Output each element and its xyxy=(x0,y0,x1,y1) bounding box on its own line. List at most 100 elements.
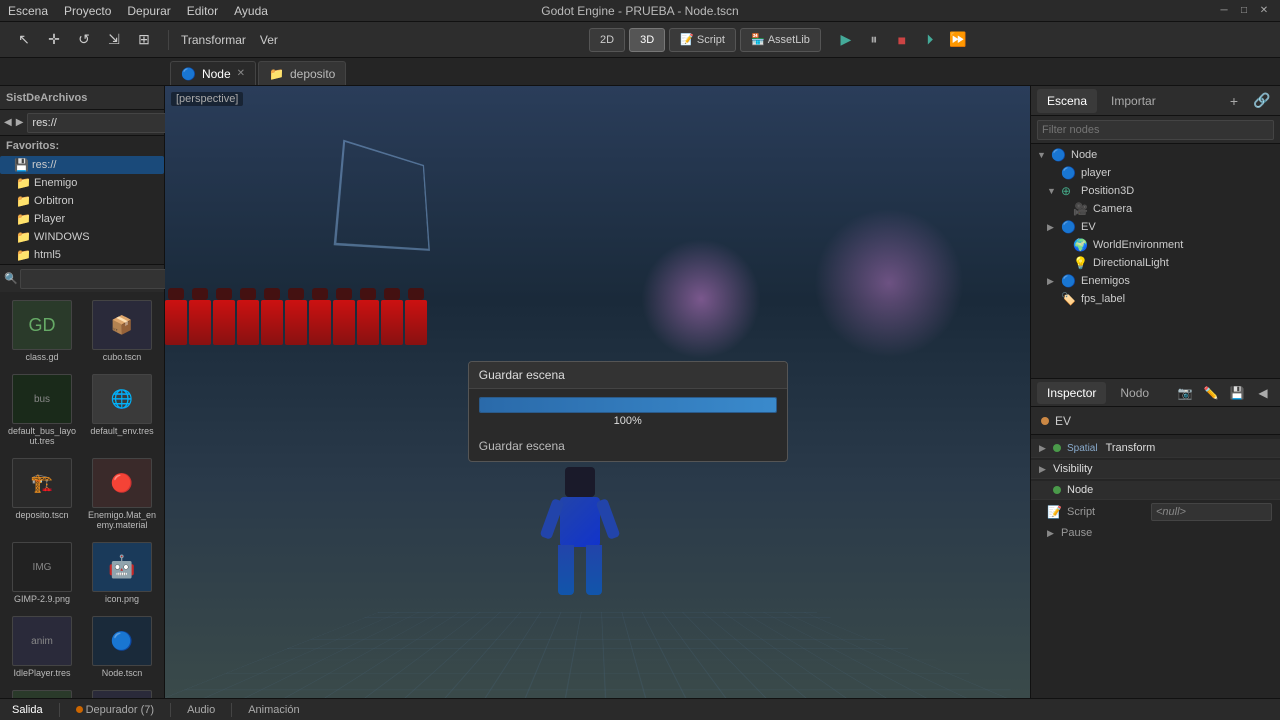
file-grid-item-enemigo-mat[interactable]: 🔴 Enemigo.Mat_enemy.material xyxy=(84,454,160,534)
file-grid-item-walk[interactable]: walk walkPlayer.tres xyxy=(84,686,160,698)
rotate-tool[interactable]: ↺ xyxy=(70,26,98,54)
file-grid-item-gimp[interactable]: IMG GIMP-2.9.png xyxy=(4,538,80,608)
local-global-tool[interactable]: ⊞ xyxy=(130,26,158,54)
scene-tab-escena[interactable]: Escena xyxy=(1037,89,1097,113)
file-item-player[interactable]: 📁Player xyxy=(0,210,164,228)
menu-depurar[interactable]: Depurar xyxy=(127,4,170,18)
menu-editor[interactable]: Editor xyxy=(187,4,218,18)
tree-item-node[interactable]: ▼ 🔵 Node xyxy=(1031,146,1280,164)
insp-section-visibility-header[interactable]: ▶ Visibility xyxy=(1031,460,1280,479)
tree-icon-worldenv: 🌍 xyxy=(1073,238,1089,252)
pause-button[interactable]: ⏸ xyxy=(861,27,887,53)
path-input[interactable] xyxy=(27,113,179,133)
tree-icon-pos3d: ⊕ xyxy=(1061,184,1077,198)
window-controls: ─ □ ✕ xyxy=(1216,3,1272,19)
file-grid-item-class[interactable]: GD class.gd xyxy=(4,296,80,366)
tab-deposito-icon: 📁 xyxy=(269,67,284,81)
maximize-button[interactable]: □ xyxy=(1236,3,1252,19)
bottom-sep-1 xyxy=(59,703,60,717)
char-head xyxy=(565,467,595,497)
menu-ayuda[interactable]: Ayuda xyxy=(234,4,268,18)
view-label[interactable]: Ver xyxy=(254,33,284,47)
menu-escena[interactable]: Escena xyxy=(8,4,48,18)
tree-item-fpslabel[interactable]: 🏷️ fps_label xyxy=(1031,290,1280,308)
select-tool[interactable]: ↖ xyxy=(10,26,38,54)
mode-2d-button[interactable]: 2D xyxy=(589,28,625,52)
file-item-res[interactable]: 💾res:// xyxy=(0,156,164,174)
enemy-7 xyxy=(309,300,331,345)
inspector-tab-nodo[interactable]: Nodo xyxy=(1110,382,1159,404)
file-grid-item-node[interactable]: 🔵 Node.tscn xyxy=(84,612,160,682)
stop-button[interactable]: ■ xyxy=(889,27,915,53)
file-item-windows[interactable]: 📁WINDOWS xyxy=(0,228,164,246)
file-label-env: default_env.tres xyxy=(90,426,153,436)
window-title: Godot Engine - PRUEBA - Node.tscn xyxy=(541,4,738,18)
move-tool[interactable]: ✛ xyxy=(40,26,68,54)
tree-item-player[interactable]: 🔵 player xyxy=(1031,164,1280,182)
tree-icon-dirlight: 💡 xyxy=(1073,256,1089,270)
scene-tabs-bar: Escena Importar + 🔗 xyxy=(1031,86,1280,116)
bottom-sep-2 xyxy=(170,703,171,717)
filter-nodes-input[interactable] xyxy=(1037,120,1274,140)
insp-pencil-btn[interactable]: ✏️ xyxy=(1200,382,1222,404)
tree-item-dirlight[interactable]: 💡 DirectionalLight xyxy=(1031,254,1280,272)
file-grid-item-bus[interactable]: bus default_bus_layout.tres xyxy=(4,370,80,450)
close-button[interactable]: ✕ xyxy=(1256,3,1272,19)
file-item-html5[interactable]: 📁html5 xyxy=(0,246,164,264)
bottom-tab-animacion[interactable]: Animación xyxy=(244,704,303,716)
play-buttons: ▶ ⏸ ■ ⏵ ⏩ xyxy=(833,27,971,53)
play-custom-button[interactable]: ⏩ xyxy=(945,27,971,53)
script-value[interactable]: <null> xyxy=(1151,503,1272,521)
file-grid-item-player-tscn[interactable]: player player.tscn xyxy=(4,686,80,698)
viewport[interactable]: [perspective] Guardar escena 100% Guarda… xyxy=(165,86,1030,698)
inspector-tab-inspector[interactable]: Inspector xyxy=(1037,382,1106,404)
insp-section-node: Node 📝 Script <null> ▶ Pause xyxy=(1031,481,1280,542)
pause-arrow: ▶ xyxy=(1047,528,1057,539)
file-grid-item-icon[interactable]: 🤖 icon.png xyxy=(84,538,160,608)
tree-item-ev[interactable]: ▶ 🔵 EV xyxy=(1031,218,1280,236)
tree-label-fpslabel: fps_label xyxy=(1081,293,1125,305)
search-input[interactable] xyxy=(20,269,172,289)
tree-item-camera[interactable]: 🎥 Camera xyxy=(1031,200,1280,218)
insp-screenshot-btn[interactable]: 📷 xyxy=(1174,382,1196,404)
insp-section-transform-header[interactable]: ▶ Spatial Transform xyxy=(1031,439,1280,458)
tree-item-worldenv[interactable]: 🌍 WorldEnvironment xyxy=(1031,236,1280,254)
bottom-tab-audio[interactable]: Audio xyxy=(183,704,219,716)
insp-section-transform: ▶ Spatial Transform xyxy=(1031,439,1280,458)
add-node-button[interactable]: + xyxy=(1222,89,1246,113)
bottom-tab-depurador[interactable]: Depurador (7) xyxy=(72,704,158,716)
play-scene-button[interactable]: ⏵ xyxy=(917,27,943,53)
transform-label[interactable]: Transformar xyxy=(175,33,252,47)
assetlib-button[interactable]: 🏪AssetLib xyxy=(740,28,821,52)
play-button[interactable]: ▶ xyxy=(833,27,859,53)
script-button[interactable]: 📝Script xyxy=(669,28,736,52)
insp-save-btn[interactable]: 💾 xyxy=(1226,382,1248,404)
bottom-tab-salida[interactable]: Salida xyxy=(8,704,47,716)
file-grid-item-deposito[interactable]: 🏗️ deposito.tscn xyxy=(4,454,80,534)
mode-3d-button[interactable]: 3D xyxy=(629,28,665,52)
tree-item-position3d[interactable]: ▼ ⊕ Position3D xyxy=(1031,182,1280,200)
path-back-button[interactable]: ◀ xyxy=(4,115,12,131)
transform-tools: ↖ ✛ ↺ ⇲ ⊞ xyxy=(6,26,162,54)
scene-tab-importar[interactable]: Importar xyxy=(1101,89,1166,113)
bottom-sep-3 xyxy=(231,703,232,717)
menu-proyecto[interactable]: Proyecto xyxy=(64,4,111,18)
insp-section-node-header[interactable]: Node xyxy=(1031,481,1280,500)
link-node-button[interactable]: 🔗 xyxy=(1250,89,1274,113)
tree-item-enemigos[interactable]: ▶ 🔵 Enemigos xyxy=(1031,272,1280,290)
file-grid-item-idle[interactable]: anim IdlePlayer.tres xyxy=(4,612,80,682)
insp-collapse-btn[interactable]: ◀ xyxy=(1252,382,1274,404)
path-forward-button[interactable]: ▶ xyxy=(16,115,24,131)
file-grid-item-env[interactable]: 🌐 default_env.tres xyxy=(84,370,160,450)
tab-deposito[interactable]: 📁 deposito xyxy=(258,61,346,85)
file-item-orbitron[interactable]: 📁Orbitron xyxy=(0,192,164,210)
search-button[interactable]: 🔍 xyxy=(4,270,18,288)
file-grid-item-cubo[interactable]: 📦 cubo.tscn xyxy=(84,296,160,366)
file-item-enemigo[interactable]: 📁Enemigo xyxy=(0,174,164,192)
minimize-button[interactable]: ─ xyxy=(1216,3,1232,19)
scale-tool[interactable]: ⇲ xyxy=(100,26,128,54)
tab-node[interactable]: 🔵 Node ✕ xyxy=(170,61,256,85)
player-character xyxy=(540,457,620,637)
tab-node-close[interactable]: ✕ xyxy=(237,68,245,79)
section-arrow-transform: ▶ xyxy=(1039,443,1049,454)
